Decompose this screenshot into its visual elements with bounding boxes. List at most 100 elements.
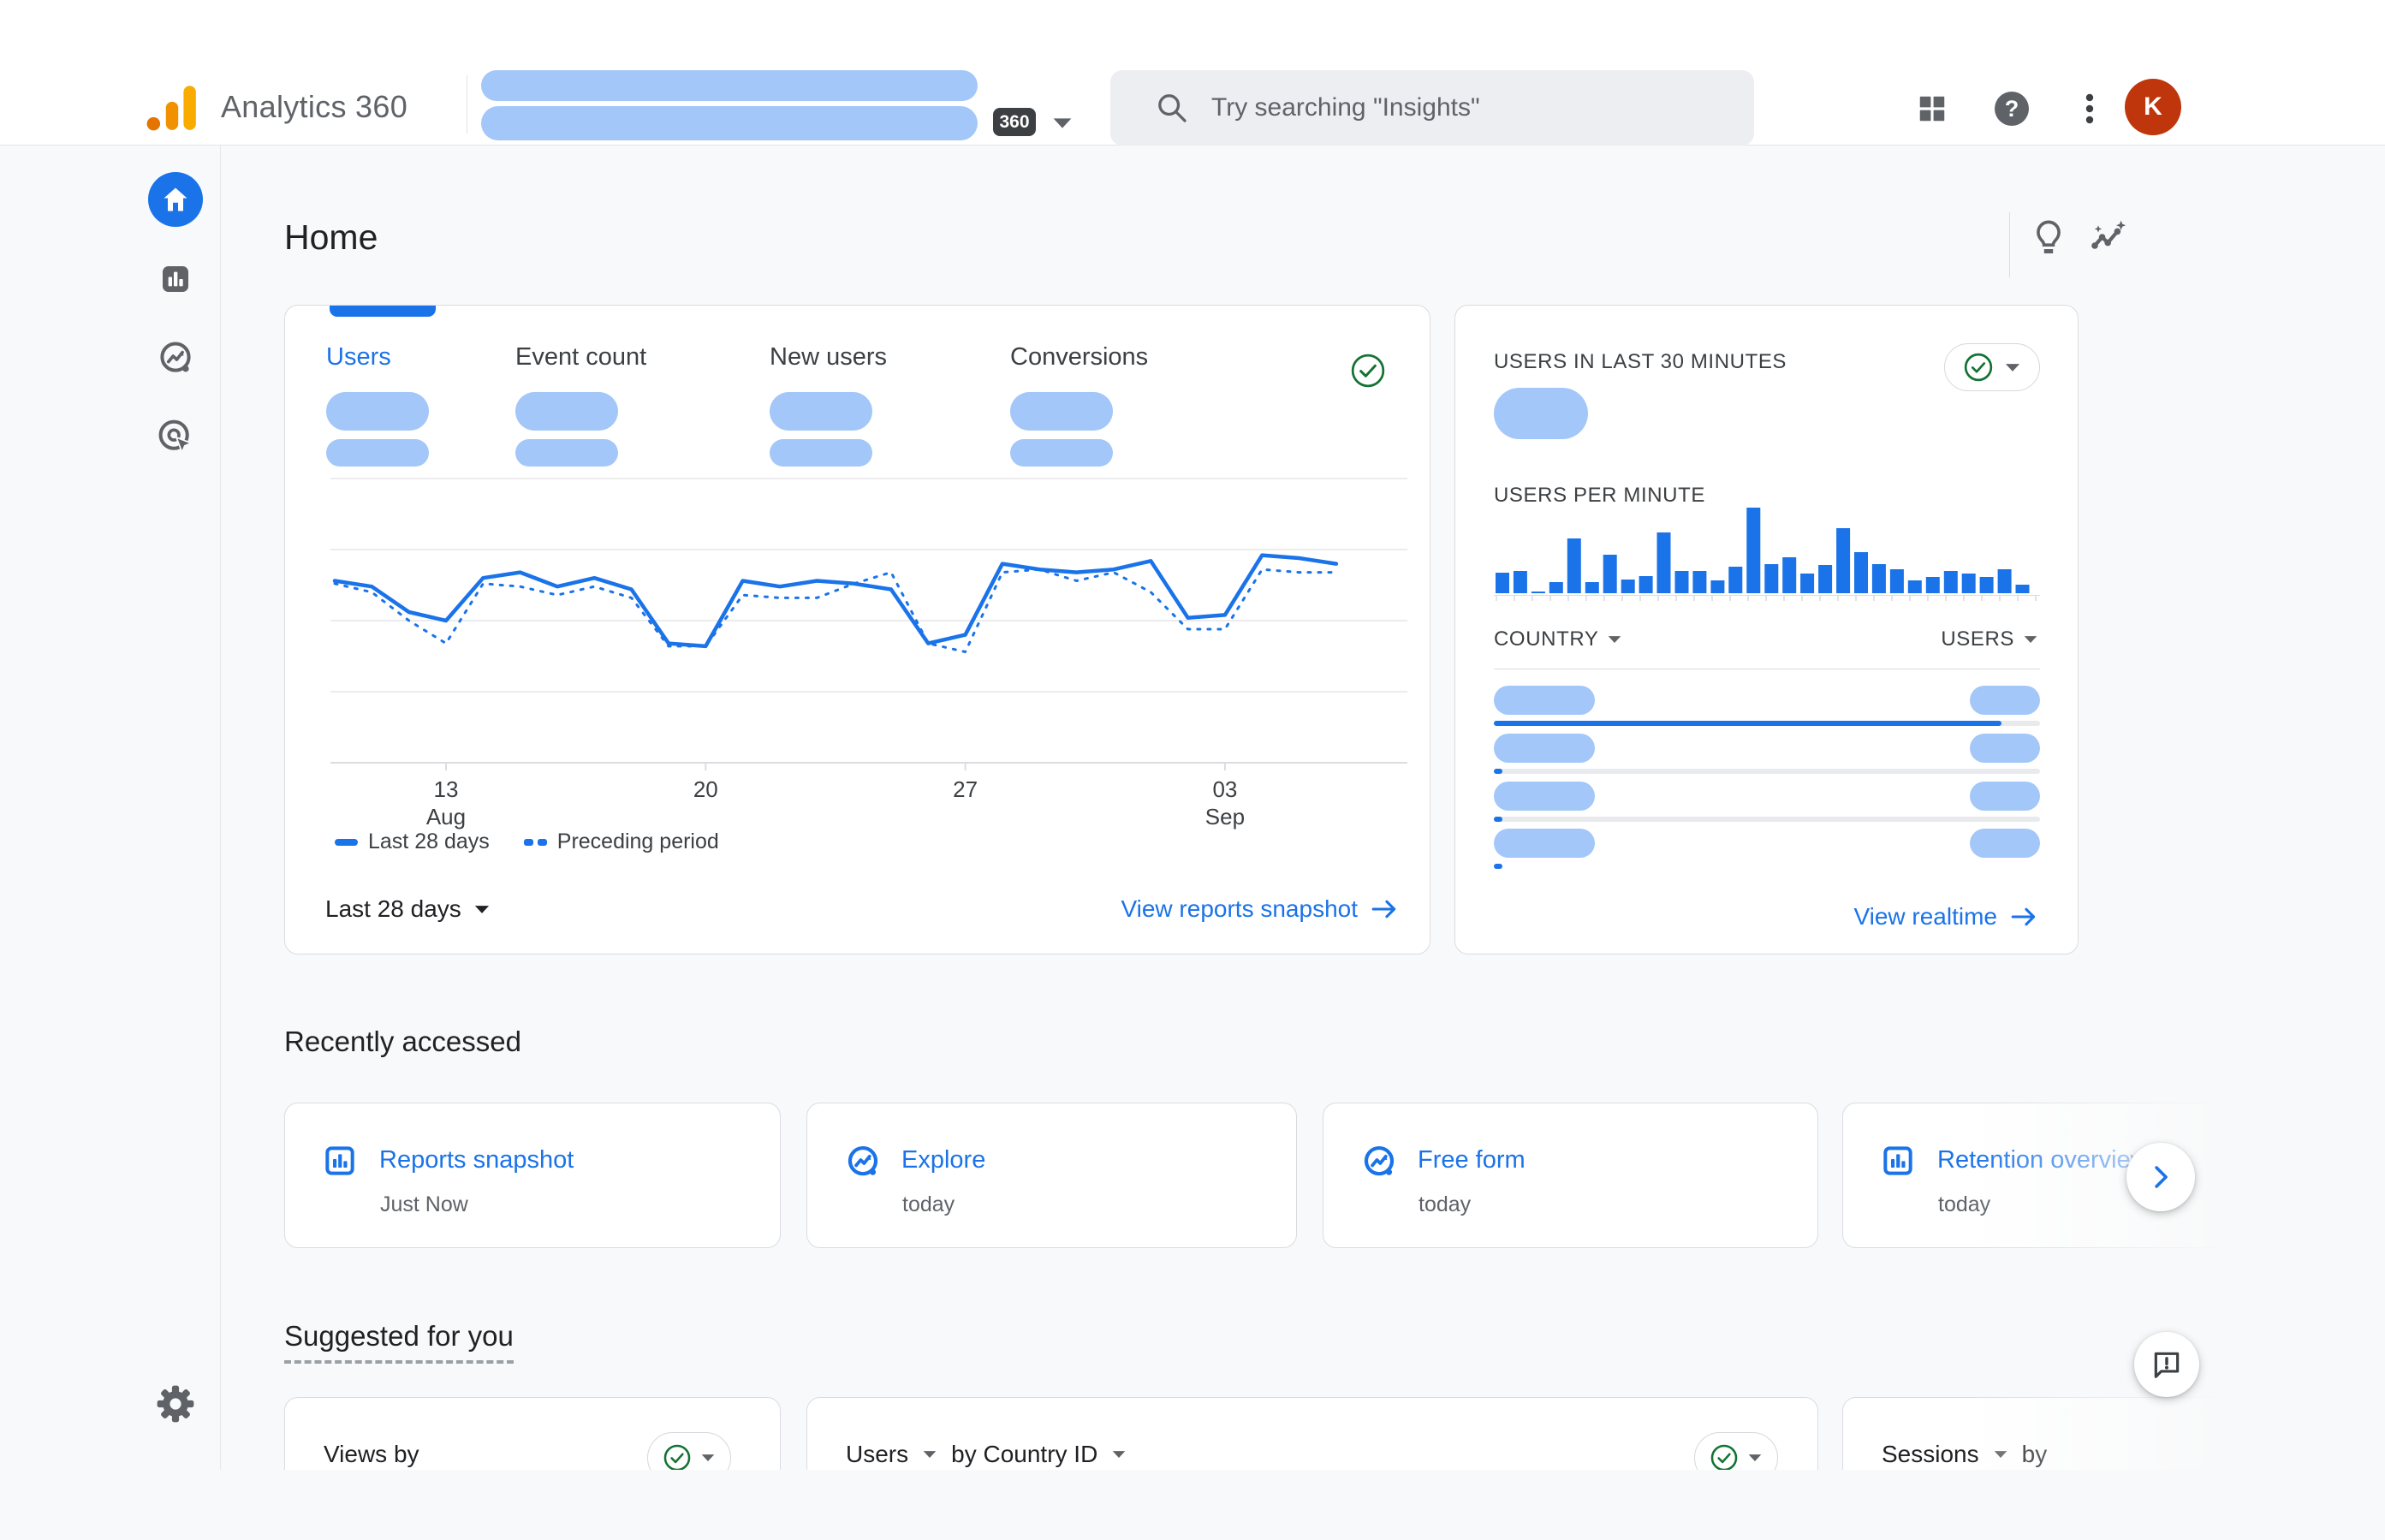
carousel-next-button[interactable] <box>2126 1143 2195 1211</box>
recent-card-free-form[interactable]: Free form today <box>1323 1103 1818 1248</box>
dimension-part[interactable]: by <box>2022 1441 2048 1468</box>
user-avatar[interactable]: K <box>2125 79 2181 135</box>
chevron-down-icon <box>700 1453 716 1463</box>
suggested-card-3[interactable]: Sessions by <box>1842 1397 2356 1470</box>
metric-label[interactable]: Event count <box>515 343 646 372</box>
chevron-down-icon <box>473 904 491 915</box>
recent-card-time: today <box>1419 1192 1471 1217</box>
reports-icon <box>1881 1144 1915 1178</box>
recent-card-retention-overview[interactable]: Retention overview today <box>1842 1103 2356 1248</box>
more-vert-icon[interactable] <box>2069 88 2110 129</box>
recent-card-time: today <box>1938 1192 1990 1217</box>
country-name-redacted <box>1494 734 1595 763</box>
chart-legend: Last 28 days Preceding period <box>335 829 719 854</box>
overview-report-card: Users Event count New users Conversions … <box>284 305 1430 954</box>
status-check-icon <box>1710 1443 1739 1470</box>
recent-card-explore[interactable]: Explore today <box>806 1103 1297 1248</box>
users-trend-chart <box>285 477 1430 773</box>
top-app-bar: Analytics 360 360 ? K <box>0 0 2385 146</box>
advertising-icon <box>157 418 194 455</box>
x-axis-tick: 20 <box>654 776 757 803</box>
metric-delta-redacted <box>1010 439 1113 467</box>
metric-label[interactable]: Users <box>326 343 429 372</box>
sidebar-item-home[interactable] <box>148 172 203 227</box>
metric-tab-users[interactable]: Users <box>326 343 429 467</box>
search-input[interactable] <box>1211 93 1691 122</box>
feedback-button[interactable] <box>2134 1332 2199 1397</box>
recent-card-reports-snapshot[interactable]: Reports snapshot Just Now <box>284 1103 781 1248</box>
metric-tab-new-users[interactable]: New users <box>770 343 887 467</box>
x-axis-tick: 13Aug <box>395 776 497 830</box>
help-icon[interactable]: ? <box>1991 88 2032 129</box>
x-axis-tick: 03Sep <box>1174 776 1276 830</box>
users-column-header[interactable]: USERS <box>1941 627 2038 651</box>
recent-card-time: Just Now <box>380 1192 468 1217</box>
x-axis-tick: 27 <box>914 776 1017 803</box>
chevron-down-icon <box>1747 1453 1763 1463</box>
progress-track <box>1494 769 2040 774</box>
metric-tab-event-count[interactable]: Event count <box>515 343 646 467</box>
sidebar-item-advertising[interactable] <box>148 409 203 464</box>
metric-value-redacted <box>770 392 872 431</box>
card-status-dropdown[interactable] <box>647 1432 731 1470</box>
view-realtime-link[interactable]: View realtime <box>1853 903 2038 931</box>
progress-bar <box>1494 769 1502 774</box>
progress-bar <box>1494 864 1502 869</box>
arrow-right-icon <box>1370 897 1399 921</box>
feedback-icon <box>2150 1348 2183 1381</box>
reports-icon <box>323 1144 357 1178</box>
recently-accessed-title: Recently accessed <box>284 1026 521 1058</box>
property-360-badge: 360 <box>993 108 1036 136</box>
dimension-part[interactable]: Users <box>846 1441 908 1468</box>
chevron-down-icon <box>922 1449 937 1460</box>
recent-card-title[interactable]: Reports snapshot <box>379 1146 574 1174</box>
search-icon <box>1155 91 1189 125</box>
sidebar-item-admin[interactable]: /* teeth injected below */ <box>148 1376 203 1431</box>
users-value-redacted <box>1970 686 2040 715</box>
metric-label[interactable]: Conversions <box>1010 343 1148 372</box>
dimension-part[interactable]: Views by <box>324 1441 419 1468</box>
search-bar[interactable] <box>1110 70 1754 146</box>
progress-bar <box>1494 721 2001 726</box>
view-reports-snapshot-link[interactable]: View reports snapshot <box>1121 895 1399 923</box>
chevron-right-icon <box>2146 1162 2175 1192</box>
date-range-selector[interactable]: Last 28 days <box>325 895 491 923</box>
metric-value-redacted <box>1010 392 1113 431</box>
status-check-icon[interactable] <box>1350 353 1386 389</box>
users-per-minute-label: USERS PER MINUTE <box>1494 484 1705 508</box>
status-check-icon <box>1963 352 1994 383</box>
sidebar-item-reports[interactable] <box>148 252 203 306</box>
insights-lightbulb-icon[interactable] <box>2029 217 2068 257</box>
auto-insights-sparkline-icon[interactable] <box>2089 217 2130 259</box>
suggested-card-1[interactable]: Views by <box>284 1397 781 1470</box>
app-title: Analytics 360 <box>221 89 407 125</box>
title-divider <box>2009 212 2010 277</box>
users-value-redacted <box>1970 829 2040 858</box>
sidebar-item-explore[interactable] <box>148 330 203 385</box>
google-apps-grid-icon[interactable] <box>1916 92 1948 125</box>
chevron-down-icon[interactable] <box>1051 116 1074 130</box>
card-status-dropdown[interactable] <box>1694 1432 1778 1470</box>
country-name-redacted <box>1494 829 1595 858</box>
recent-card-title[interactable]: Retention overview <box>1937 1146 2149 1174</box>
users-per-minute-chart <box>1496 506 2033 595</box>
dimension-part[interactable]: Sessions <box>1882 1441 1979 1468</box>
recent-card-title[interactable]: Explore <box>901 1146 985 1174</box>
metric-value-redacted <box>326 392 429 431</box>
recent-card-time: today <box>902 1192 955 1217</box>
dashed-line-swatch <box>524 839 547 846</box>
users-value-redacted <box>1970 734 2040 763</box>
metric-delta-redacted <box>770 439 872 467</box>
realtime-card: USERS IN LAST 30 MINUTES USERS PER MINUT… <box>1454 305 2079 954</box>
gear-icon: /* teeth injected below */ <box>157 1385 194 1423</box>
page-title: Home <box>284 217 378 258</box>
dimension-part[interactable]: by Country ID <box>951 1441 1097 1468</box>
realtime-status-dropdown[interactable] <box>1944 343 2040 391</box>
recent-card-title[interactable]: Free form <box>1418 1146 1526 1174</box>
suggested-card-2[interactable]: Users by Country ID <box>806 1397 1818 1470</box>
metric-tab-conversions[interactable]: Conversions <box>1010 343 1148 467</box>
country-column-header[interactable]: COUNTRY <box>1494 627 1622 651</box>
metric-delta-redacted <box>515 439 618 467</box>
users-value-redacted <box>1970 782 2040 811</box>
metric-label[interactable]: New users <box>770 343 887 372</box>
